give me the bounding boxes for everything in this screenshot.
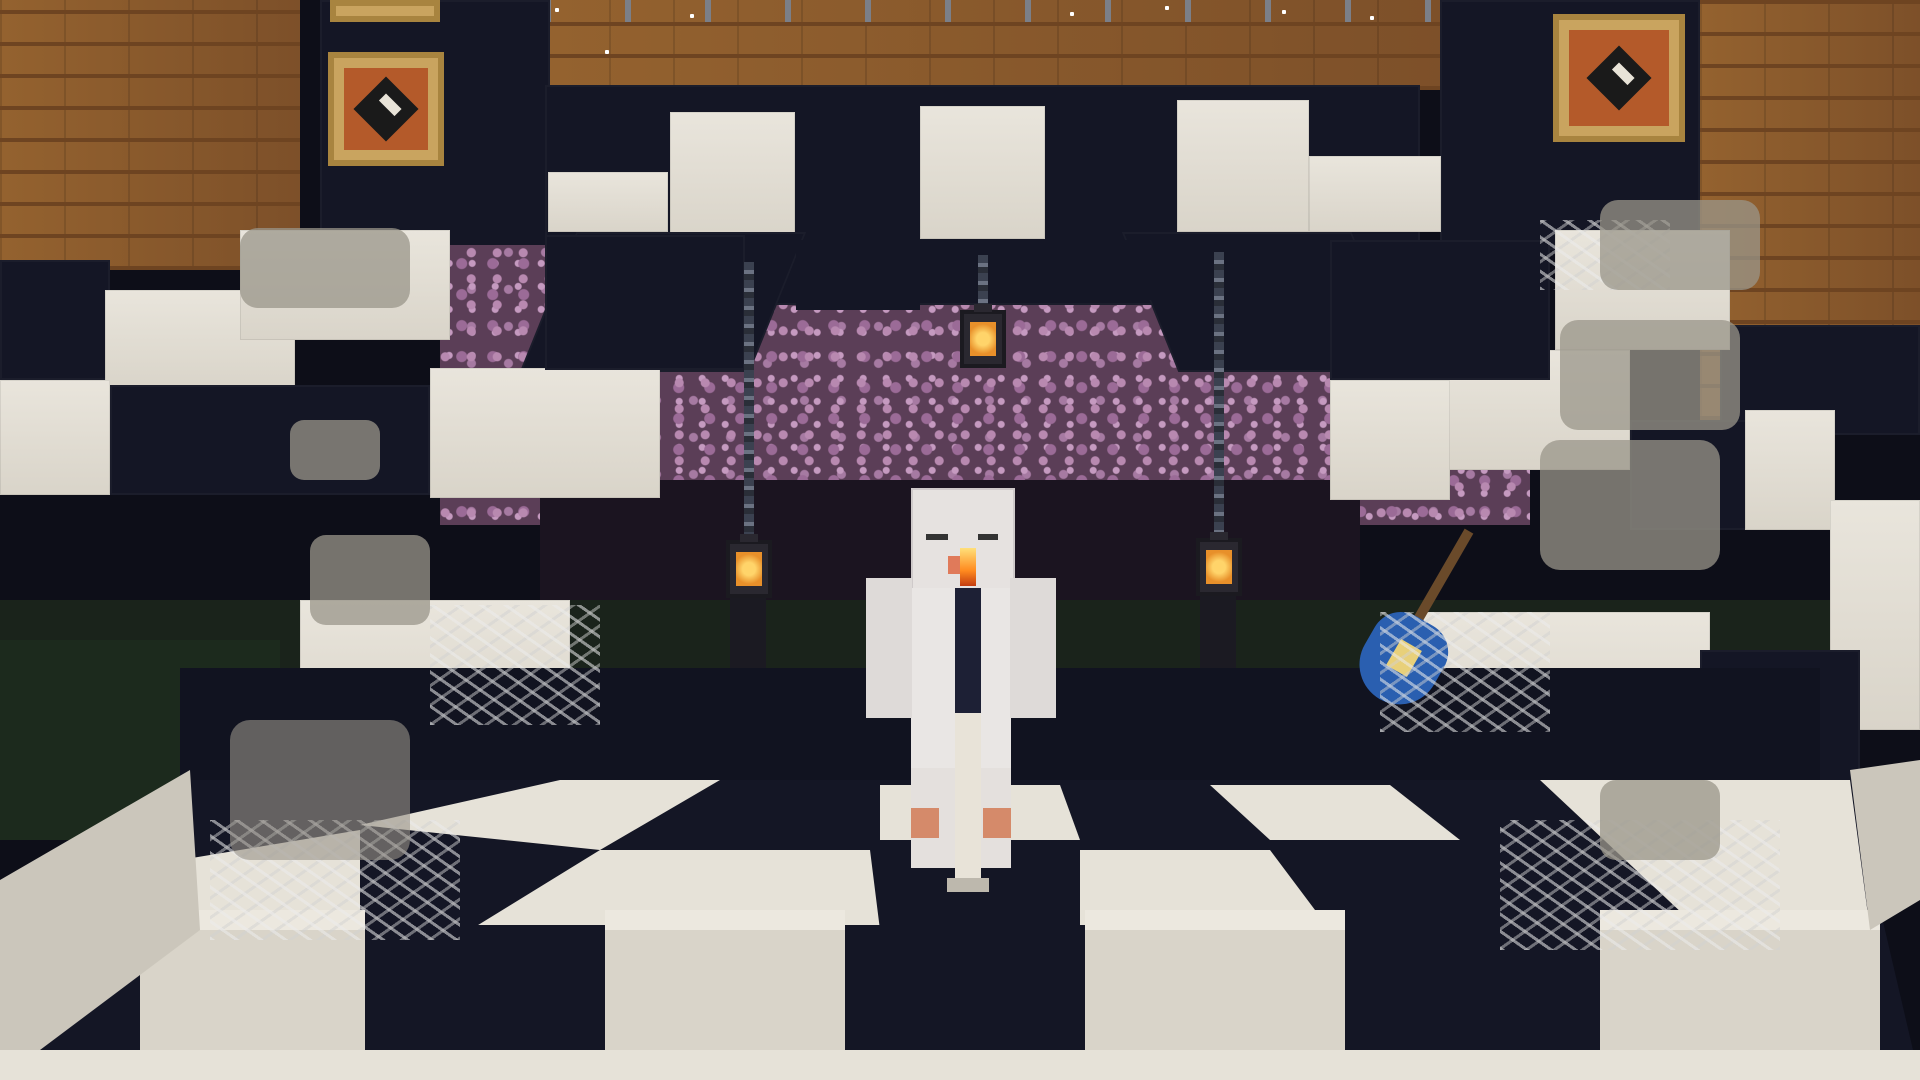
candle-flame-icon: [960, 548, 976, 586]
player-eye-left: [926, 534, 948, 540]
cobweb-left-upper: [430, 605, 600, 725]
smoke-left-4: [230, 720, 410, 860]
step-top-5: [1085, 910, 1345, 930]
snow-particle: [690, 14, 694, 18]
smoke-right-3: [1540, 440, 1720, 570]
player-foot-left: [911, 808, 939, 838]
snow-particle: [1282, 10, 1286, 14]
player-arm-left: [866, 578, 912, 718]
game-viewport[interactable]: [0, 0, 1920, 1080]
candle[interactable]: [947, 588, 989, 898]
snow-particle: [1370, 16, 1374, 20]
smoke-left-3: [310, 535, 430, 625]
snow-particle: [1070, 12, 1074, 16]
cobweb-right-upper: [1380, 612, 1550, 732]
smoke-right-2: [1560, 320, 1740, 430]
smoke-right-4: [1600, 780, 1720, 860]
smoke-left-1: [240, 228, 410, 308]
smoke-right-1: [1600, 200, 1760, 290]
player-arm-right: [1010, 578, 1056, 718]
player-eye-right: [978, 534, 998, 540]
candle-bottom-light: [955, 713, 981, 883]
snow-particle: [1165, 6, 1169, 10]
bottom-edge: [0, 1050, 1920, 1080]
snow-particle: [605, 50, 609, 54]
candle-top-dark: [955, 588, 981, 713]
step-top-3: [605, 910, 845, 930]
snow-particle: [555, 8, 559, 12]
player-foot-right: [983, 808, 1011, 838]
candle-base: [947, 878, 989, 892]
smoke-left-2: [290, 420, 380, 480]
